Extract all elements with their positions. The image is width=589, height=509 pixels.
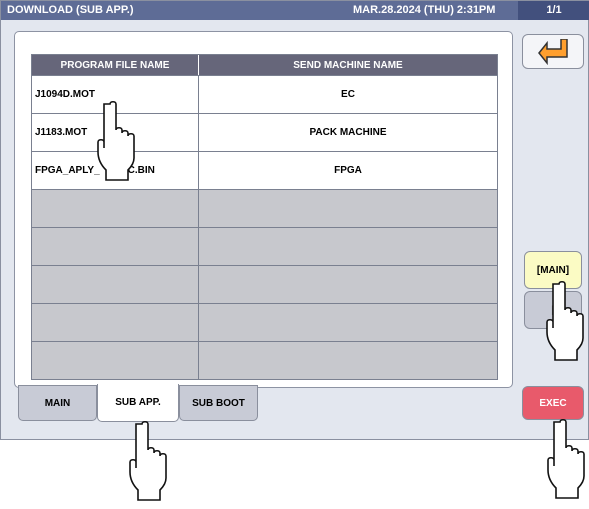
machine-name-cell[interactable]: FPGA (199, 152, 497, 189)
machine-name-cell[interactable]: EC (199, 76, 497, 113)
exec-button[interactable]: EXEC (522, 386, 584, 420)
pointing-hand-icon (91, 100, 139, 182)
empty-cell[interactable] (199, 304, 497, 341)
empty-cell[interactable] (32, 342, 199, 379)
tab-sub-boot[interactable]: SUB BOOT (179, 385, 258, 421)
tab-sub-app[interactable]: SUB APP. (97, 384, 179, 422)
table-header: PROGRAM FILE NAME SEND MACHINE NAME (32, 55, 497, 75)
date-time: MAR.28.2024 (THU) 2:31PM (353, 4, 496, 16)
empty-cell[interactable] (32, 228, 199, 265)
file-list-panel: PROGRAM FILE NAME SEND MACHINE NAME J109… (14, 31, 513, 388)
file-name-start: FPGA_APLY_ (35, 165, 100, 176)
device-screen: DOWNLOAD (SUB APP.) MAR.28.2024 (THU) 2:… (0, 0, 589, 440)
tab-main[interactable]: MAIN (18, 385, 97, 421)
machine-name-cell[interactable]: PACK MACHINE (199, 114, 497, 151)
pointing-hand-icon (123, 420, 171, 502)
page-indicator: 1/1 (518, 1, 589, 20)
window-title: DOWNLOAD (SUB APP.) (7, 4, 134, 16)
empty-cell[interactable] (199, 342, 497, 379)
table-row[interactable] (32, 190, 497, 227)
table-row[interactable] (32, 304, 497, 341)
table-row[interactable] (32, 342, 497, 379)
back-button[interactable] (522, 34, 584, 69)
empty-cell[interactable] (32, 266, 199, 303)
table-row[interactable] (32, 228, 497, 265)
empty-cell[interactable] (199, 266, 497, 303)
pointing-hand-icon (540, 280, 588, 362)
empty-cell[interactable] (199, 190, 497, 227)
col-program-file-name: PROGRAM FILE NAME (32, 55, 199, 75)
empty-cell[interactable] (32, 190, 199, 227)
col-send-machine-name: SEND MACHINE NAME (293, 59, 403, 71)
table-row[interactable] (32, 266, 497, 303)
empty-cell[interactable] (32, 304, 199, 341)
title-bar: DOWNLOAD (SUB APP.) MAR.28.2024 (THU) 2:… (1, 1, 589, 20)
return-arrow-icon (538, 38, 568, 65)
empty-cell[interactable] (199, 228, 497, 265)
pointing-hand-icon (541, 418, 589, 500)
